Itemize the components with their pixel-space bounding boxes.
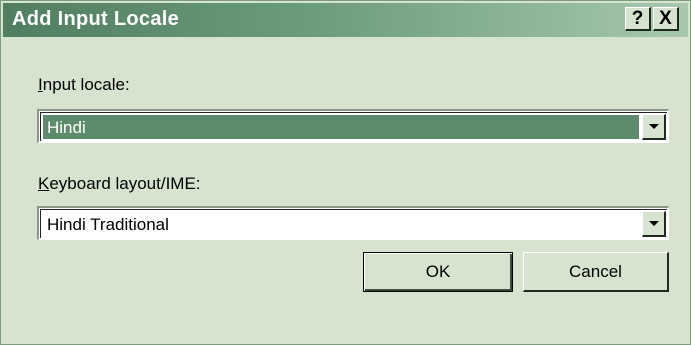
add-input-locale-dialog: Add Input Locale ? X Input locale: Hindi… (0, 0, 691, 345)
chevron-down-icon (648, 124, 659, 129)
keyboard-layout-dropdown-arrow[interactable] (642, 211, 666, 237)
input-locale-label-text: nput locale: (42, 75, 130, 94)
close-icon: X (659, 7, 672, 29)
keyboard-layout-label: Keyboard layout/IME: (38, 174, 201, 194)
help-icon: ? (631, 7, 644, 29)
keyboard-layout-dropdown-frame: Hindi Traditional (40, 209, 667, 238)
input-locale-label: Input locale: (38, 75, 130, 95)
keyboard-layout-dropdown[interactable]: Hindi Traditional (37, 206, 669, 240)
cancel-button[interactable]: Cancel (523, 252, 669, 292)
ok-button[interactable]: OK (363, 252, 513, 292)
keyboard-layout-label-text: eyboard layout/IME: (49, 174, 201, 193)
input-locale-dropdown-frame: Hindi (40, 112, 667, 141)
input-locale-value: Hindi (43, 115, 639, 139)
help-button[interactable]: ? (625, 7, 651, 31)
dialog-title: Add Input Locale (12, 8, 180, 30)
title-bar[interactable]: Add Input Locale ? X (3, 3, 688, 37)
close-button[interactable]: X (653, 7, 679, 31)
keyboard-layout-label-mnemonic: K (38, 174, 50, 193)
chevron-down-icon (648, 221, 659, 226)
input-locale-dropdown-arrow[interactable] (642, 114, 666, 140)
input-locale-dropdown[interactable]: Hindi (37, 109, 669, 143)
keyboard-layout-value: Hindi Traditional (47, 215, 169, 234)
